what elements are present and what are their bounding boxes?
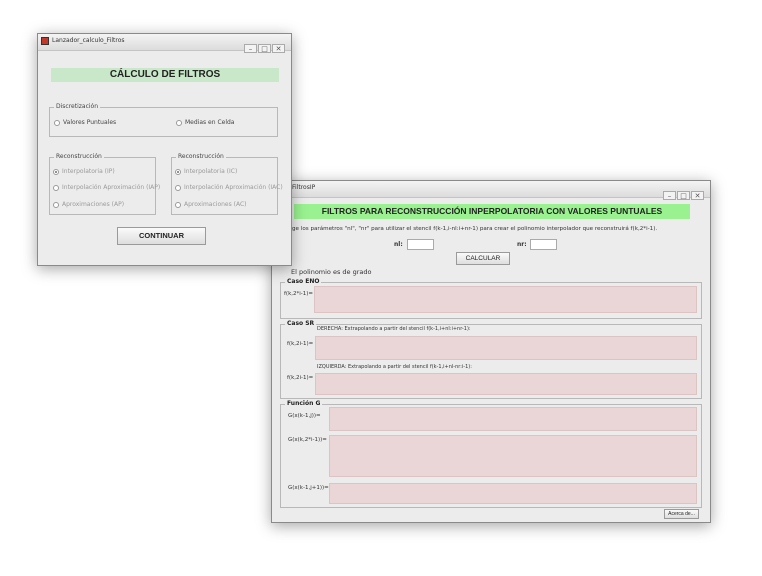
sr-label-2: f(k,2i-1)= — [287, 375, 314, 381]
calcular-button[interactable]: CALCULAR — [456, 252, 510, 265]
funcion-g-legend: Función G — [285, 400, 323, 407]
lanzador-window: Lanzador_calculo_Filtros – □ ✕ CÁLCULO DE … — [37, 33, 292, 266]
radio-label: Interpolatoria (IP) — [62, 168, 115, 175]
radio-aproximaciones-ac[interactable]: Aproximaciones (AC) — [175, 201, 247, 208]
radio-label: Interpolación Aproximación (IAP) — [62, 184, 161, 191]
window-controls: – □ ✕ — [662, 183, 704, 202]
titlebar[interactable]: Lanzador_calculo_Filtros – □ ✕ — [38, 34, 291, 53]
page-title: CÁLCULO DE FILTROS — [51, 68, 279, 82]
nl-label: nl: — [394, 241, 403, 248]
radio-circle-icon — [176, 119, 182, 126]
matlab-app-icon — [41, 37, 49, 45]
g-label-2: G(x(k,2*i-1))= — [288, 437, 327, 443]
eno-legend: Caso ENO — [285, 278, 322, 285]
sr-izquierda-text: IZQUIERDA: Extrapolando a partir del ste… — [317, 364, 472, 370]
window-title: Lanzador_calculo_Filtros — [52, 37, 125, 44]
maximize-icon[interactable]: □ — [677, 191, 690, 200]
eno-output — [314, 286, 697, 313]
maximize-icon[interactable]: □ — [258, 44, 271, 53]
continuar-button[interactable]: CONTINUAR — [117, 227, 206, 245]
radio-circle-icon — [175, 168, 181, 175]
instruction-text: ge los parámetros "nl", "nr" para utiliz… — [292, 226, 658, 232]
g-output-2 — [329, 435, 697, 477]
reconstruccion-left-group: Reconstrucción Interpolatoria (IP) Inter… — [49, 153, 160, 215]
radio-circle-icon — [53, 201, 59, 208]
funcion-g-panel: Función G G(x(k-1,j))= G(x(k,2*i-1))= G(… — [280, 400, 702, 508]
minimize-icon[interactable]: – — [663, 191, 676, 200]
radio-circle-icon — [54, 119, 60, 126]
radio-label: Interpolatoria (IC) — [184, 168, 238, 175]
sr-derecha-text: DERECHA: Extrapolando a partir del stenc… — [317, 326, 471, 332]
radio-circle-icon — [53, 184, 59, 191]
radio-medias-en-celda[interactable]: Medias en Celda — [176, 119, 235, 126]
sr-legend: Caso SR — [285, 320, 317, 327]
about-button[interactable]: Acerca de... — [664, 509, 699, 519]
reconstruccion-right-group: Reconstrucción Interpolatoria (IC) Inter… — [171, 153, 283, 215]
radio-label: Aproximaciones (AP) — [62, 201, 125, 208]
grade-text: El polinomio es de grado — [291, 268, 372, 276]
g-label-1: G(x(k-1,j))= — [288, 413, 321, 419]
nr-label: nr: — [517, 241, 527, 248]
radio-label: Aproximaciones (AC) — [184, 201, 247, 208]
minimize-icon[interactable]: – — [244, 44, 257, 53]
radio-aproximaciones-ap[interactable]: Aproximaciones (AP) — [53, 201, 124, 208]
radio-label: Valores Puntuales — [63, 119, 117, 126]
nl-input[interactable] — [407, 239, 434, 250]
reconstruccion-legend: Reconstrucción — [176, 153, 226, 160]
close-icon[interactable]: ✕ — [691, 191, 704, 200]
g-output-3 — [329, 483, 697, 504]
sr-derecha-output — [315, 336, 697, 360]
radio-interpolatoria-ip[interactable]: Interpolatoria (IP) — [53, 168, 115, 175]
radio-label: Medias en Celda — [185, 119, 235, 126]
window-controls: – □ ✕ — [243, 36, 285, 55]
eno-panel: Caso ENO f(k,2*i-1)= — [280, 278, 702, 319]
radio-interpolacion-aproximacion-iap[interactable]: Interpolación Aproximación (IAP) — [53, 184, 160, 191]
sr-label-1: f(k,2i-1)= — [287, 341, 314, 347]
radio-circle-icon — [175, 184, 181, 191]
radio-circle-icon — [175, 201, 181, 208]
g-output-1 — [329, 407, 697, 431]
close-icon[interactable]: ✕ — [272, 44, 285, 53]
eno-label: f(k,2*i-1)= — [284, 291, 314, 297]
reconstruccion-legend: Reconstrucción — [54, 153, 104, 160]
nr-input[interactable] — [530, 239, 557, 250]
sr-izquierda-output — [315, 373, 697, 395]
radio-valores-puntuales[interactable]: Valores Puntuales — [54, 119, 116, 126]
g-label-3: G(x(k-1,j+1))= — [288, 485, 329, 491]
discretizacion-legend: Discretización — [54, 103, 101, 110]
radio-interpolacion-aproximacion-iac[interactable]: Interpolación Aproximación (IAC) — [175, 184, 283, 191]
radio-label: Interpolación Aproximación (IAC) — [184, 184, 283, 191]
window-title: FiltrosIP — [292, 184, 316, 191]
filtros-ip-window: FiltrosIP – □ ✕ FILTROS PARA RECONSTRUCCIÓ… — [271, 180, 711, 523]
radio-circle-icon — [53, 168, 59, 175]
page-title: FILTROS PARA RECONSTRUCCIÓN INPERPOLATOR… — [294, 204, 690, 219]
radio-interpolatoria-ic[interactable]: Interpolatoria (IC) — [175, 168, 237, 175]
sr-panel: Caso SR DERECHA: Extrapolando a partir d… — [280, 320, 702, 399]
discretizacion-group: Discretización Valores Puntuales Medias … — [49, 103, 278, 137]
titlebar[interactable]: FiltrosIP – □ ✕ — [272, 181, 710, 200]
